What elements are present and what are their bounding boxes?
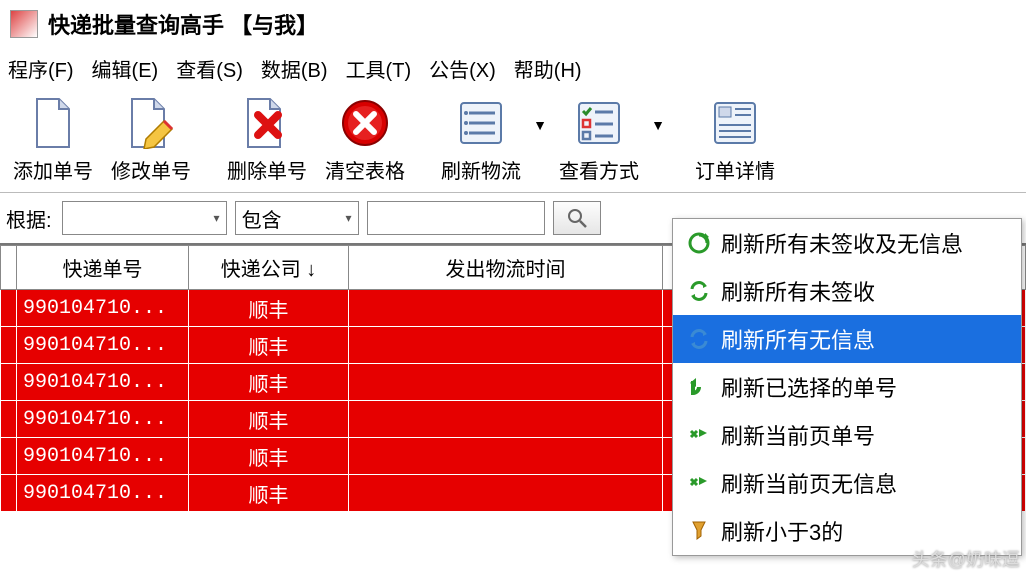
- refresh-button[interactable]: 刷新物流: [432, 95, 530, 184]
- col-company[interactable]: 快递公司 ↓: [189, 246, 349, 290]
- toolbar: 添加单号 修改单号 删除单号 清空表格 刷新物流 ▼ 查看方式 ▼: [0, 89, 1026, 193]
- refresh-variant-icon: [687, 471, 721, 495]
- col-ship-time[interactable]: 发出物流时间: [349, 246, 663, 290]
- refresh-variant-icon: [687, 375, 721, 399]
- chevron-down-icon: ▾: [214, 211, 220, 225]
- dropdown-item[interactable]: 刷新所有无信息: [673, 315, 1021, 363]
- cell-company: 顺丰: [189, 438, 349, 475]
- viewmode-button[interactable]: 查看方式: [550, 95, 648, 184]
- clear-label: 清空表格: [325, 155, 405, 184]
- window-title: 快递批量查询高手 【与我】: [48, 8, 318, 40]
- cell-tracking-no: 990104710...: [17, 438, 189, 475]
- cell-gutter: [1, 401, 17, 438]
- file-x-icon: [239, 95, 295, 151]
- dropdown-item-label: 刷新当前页无信息: [721, 467, 897, 499]
- col-tracking-no[interactable]: 快递单号: [17, 246, 189, 290]
- filter-op-combo[interactable]: 包含 ▾: [235, 201, 359, 235]
- cell-ship-time: [349, 364, 663, 401]
- delete-button[interactable]: 删除单号: [218, 95, 316, 184]
- col-gutter[interactable]: [1, 246, 17, 290]
- search-button[interactable]: [553, 201, 601, 235]
- cell-gutter: [1, 475, 17, 512]
- filter-text-input[interactable]: [367, 201, 545, 235]
- add-label: 添加单号: [13, 155, 93, 184]
- file-icon: [25, 95, 81, 151]
- cell-gutter: [1, 290, 17, 327]
- cell-tracking-no: 990104710...: [17, 327, 189, 364]
- filter-label: 根据:: [6, 204, 54, 233]
- file-pencil-icon: [123, 95, 179, 151]
- list-icon: [453, 95, 509, 151]
- menu-program[interactable]: 程序(F): [8, 54, 74, 83]
- viewmode-label: 查看方式: [559, 155, 639, 184]
- chevron-down-icon: ▾: [346, 211, 352, 225]
- detail-icon: [707, 95, 763, 151]
- add-button[interactable]: 添加单号: [4, 95, 102, 184]
- refresh-variant-icon: [687, 231, 721, 255]
- refresh-variant-icon: [687, 423, 721, 447]
- viewmode-dropdown-arrow[interactable]: ▼: [648, 95, 668, 133]
- menu-data[interactable]: 数据(B): [261, 54, 328, 83]
- refresh-variant-icon: [687, 327, 721, 351]
- cell-ship-time: [349, 438, 663, 475]
- filter-field-combo[interactable]: ▾: [62, 201, 227, 235]
- dropdown-item[interactable]: 刷新所有未签收及无信息: [673, 219, 1021, 267]
- cell-company: 顺丰: [189, 327, 349, 364]
- edit-label: 修改单号: [111, 155, 191, 184]
- cell-company: 顺丰: [189, 401, 349, 438]
- menu-help[interactable]: 帮助(H): [514, 54, 582, 83]
- cell-tracking-no: 990104710...: [17, 290, 189, 327]
- menu-tools[interactable]: 工具(T): [346, 54, 412, 83]
- cell-gutter: [1, 327, 17, 364]
- clear-button[interactable]: 清空表格: [316, 95, 414, 184]
- detail-label: 订单详情: [695, 155, 775, 184]
- cell-company: 顺丰: [189, 364, 349, 401]
- menu-edit[interactable]: 编辑(E): [92, 54, 159, 83]
- refresh-dropdown-menu: 刷新所有未签收及无信息刷新所有未签收刷新所有无信息刷新已选择的单号刷新当前页单号…: [672, 218, 1022, 556]
- menu-view[interactable]: 查看(S): [176, 54, 243, 83]
- filter-op-value: 包含: [242, 204, 282, 233]
- cell-tracking-no: 990104710...: [17, 475, 189, 512]
- cell-ship-time: [349, 327, 663, 364]
- dropdown-item-label: 刷新已选择的单号: [721, 371, 897, 403]
- dropdown-item-label: 刷新所有无信息: [721, 323, 875, 355]
- menu-bar: 程序(F) 编辑(E) 查看(S) 数据(B) 工具(T) 公告(X) 帮助(H…: [0, 48, 1026, 89]
- checklist-icon: [571, 95, 627, 151]
- refresh-dropdown-arrow[interactable]: ▼: [530, 95, 550, 133]
- dropdown-item-label: 刷新小于3的: [721, 515, 843, 547]
- dropdown-item[interactable]: 刷新当前页单号: [673, 411, 1021, 459]
- title-bar: 快递批量查询高手 【与我】: [0, 0, 1026, 48]
- search-icon: [567, 208, 587, 228]
- dropdown-item[interactable]: 刷新所有未签收: [673, 267, 1021, 315]
- delete-label: 删除单号: [227, 155, 307, 184]
- cell-company: 顺丰: [189, 290, 349, 327]
- refresh-label: 刷新物流: [441, 155, 521, 184]
- error-circle-icon: [337, 95, 393, 151]
- cell-gutter: [1, 438, 17, 475]
- cell-company: 顺丰: [189, 475, 349, 512]
- dropdown-item[interactable]: 刷新当前页无信息: [673, 459, 1021, 507]
- dropdown-item-label: 刷新当前页单号: [721, 419, 875, 451]
- menu-notice[interactable]: 公告(X): [429, 54, 496, 83]
- cell-tracking-no: 990104710...: [17, 401, 189, 438]
- cell-tracking-no: 990104710...: [17, 364, 189, 401]
- refresh-variant-icon: [687, 279, 721, 303]
- cell-ship-time: [349, 475, 663, 512]
- dropdown-item[interactable]: 刷新已选择的单号: [673, 363, 1021, 411]
- dropdown-item-label: 刷新所有未签收: [721, 275, 875, 307]
- detail-button[interactable]: 订单详情: [686, 95, 784, 184]
- cell-gutter: [1, 364, 17, 401]
- cell-ship-time: [349, 401, 663, 438]
- cell-ship-time: [349, 290, 663, 327]
- watermark: 头条@奶味逗: [912, 546, 1020, 572]
- app-icon: [10, 10, 38, 38]
- edit-button[interactable]: 修改单号: [102, 95, 200, 184]
- refresh-variant-icon: [687, 519, 721, 543]
- dropdown-item-label: 刷新所有未签收及无信息: [721, 227, 963, 259]
